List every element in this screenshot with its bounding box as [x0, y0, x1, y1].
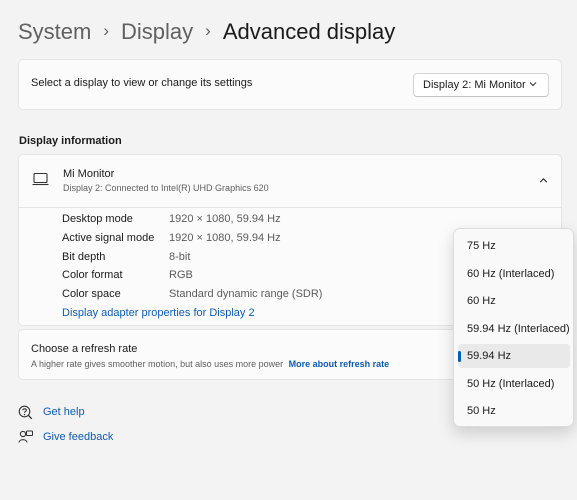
display-select-card: Select a display to view or change its s… — [18, 59, 562, 110]
refresh-rate-option[interactable]: 50 Hz (Interlaced) — [458, 372, 570, 396]
breadcrumb-separator-icon: › — [205, 21, 211, 40]
info-value: 8-bit — [169, 250, 191, 263]
help-icon — [18, 405, 33, 419]
page-title: Advanced display — [222, 19, 396, 44]
info-key: Bit depth — [62, 250, 106, 263]
refresh-rate-option-label: 50 Hz — [467, 405, 496, 417]
info-key: Active signal mode — [62, 231, 155, 244]
breadcrumb-display[interactable]: Display — [121, 19, 193, 45]
info-value: RGB — [169, 269, 193, 282]
give-feedback-link[interactable]: Give feedback — [43, 431, 113, 443]
display-dropdown-value: Display 2: Mi Monitor — [423, 79, 526, 91]
info-value: 1920 × 1080, 59.94 Hz — [169, 231, 281, 244]
monitor-connection: Display 2: Connected to Intel(R) UHD Gra… — [63, 183, 269, 193]
display-select-label: Select a display to view or change its s… — [31, 77, 253, 89]
refresh-rate-option[interactable]: 59.94 Hz (Interlaced) — [458, 317, 570, 341]
refresh-rate-option-label: 60 Hz — [467, 295, 496, 307]
get-help-item[interactable]: Get help — [18, 404, 85, 420]
refresh-rate-option-label: 59.94 Hz (Interlaced) — [467, 322, 570, 335]
monitor-icon — [32, 172, 49, 186]
chevron-up-icon[interactable] — [538, 175, 549, 186]
display-information-header[interactable]: Mi Monitor Display 2: Connected to Intel… — [19, 155, 561, 208]
info-value: 1920 × 1080, 59.94 Hz — [169, 213, 281, 225]
refresh-rate-desc-text: A higher rate gives smoother motion, but… — [31, 359, 284, 369]
info-key: Desktop mode — [62, 213, 133, 225]
refresh-rate-option[interactable]: 75 Hz — [458, 234, 570, 258]
info-key: Color space — [62, 288, 121, 301]
refresh-rate-option-label: 59.94 Hz — [467, 350, 512, 362]
refresh-rate-option[interactable]: 50 Hz — [458, 399, 570, 423]
get-help-link[interactable]: Get help — [43, 406, 85, 418]
refresh-rate-title: Choose a refresh rate — [31, 343, 138, 355]
chevron-down-icon — [529, 82, 537, 87]
refresh-rate-option-selected[interactable]: 59.94 Hz — [458, 344, 570, 368]
more-about-refresh-rate-link[interactable]: More about refresh rate — [289, 359, 390, 369]
refresh-rate-description: A higher rate gives smoother motion, but… — [31, 359, 389, 369]
breadcrumb-separator-icon: › — [103, 21, 110, 40]
refresh-rate-option-label: 75 Hz — [467, 240, 496, 252]
refresh-rate-option-label: 50 Hz (Interlaced) — [467, 377, 555, 390]
section-title-display-information: Display information — [19, 135, 122, 147]
info-key: Color format — [62, 269, 123, 282]
give-feedback-item[interactable]: Give feedback — [18, 429, 113, 445]
refresh-rate-option-label: 60 Hz (Interlaced) — [467, 267, 555, 280]
refresh-rate-option[interactable]: 60 Hz (Interlaced) — [458, 262, 570, 286]
refresh-rate-option[interactable]: 60 Hz — [458, 289, 570, 313]
breadcrumb: System › Display › Advanced display — [18, 14, 395, 50]
breadcrumb-system[interactable]: System — [18, 19, 91, 45]
selection-indicator — [458, 351, 461, 362]
monitor-name: Mi Monitor — [63, 168, 115, 180]
refresh-rate-dropdown-menu: 75 Hz 60 Hz (Interlaced) 60 Hz 59.94 Hz … — [453, 228, 574, 427]
info-value: Standard dynamic range (SDR) — [169, 288, 323, 301]
feedback-icon — [18, 430, 33, 443]
display-dropdown[interactable]: Display 2: Mi Monitor — [413, 73, 549, 97]
display-adapter-properties-link[interactable]: Display adapter properties for Display 2 — [62, 307, 255, 319]
